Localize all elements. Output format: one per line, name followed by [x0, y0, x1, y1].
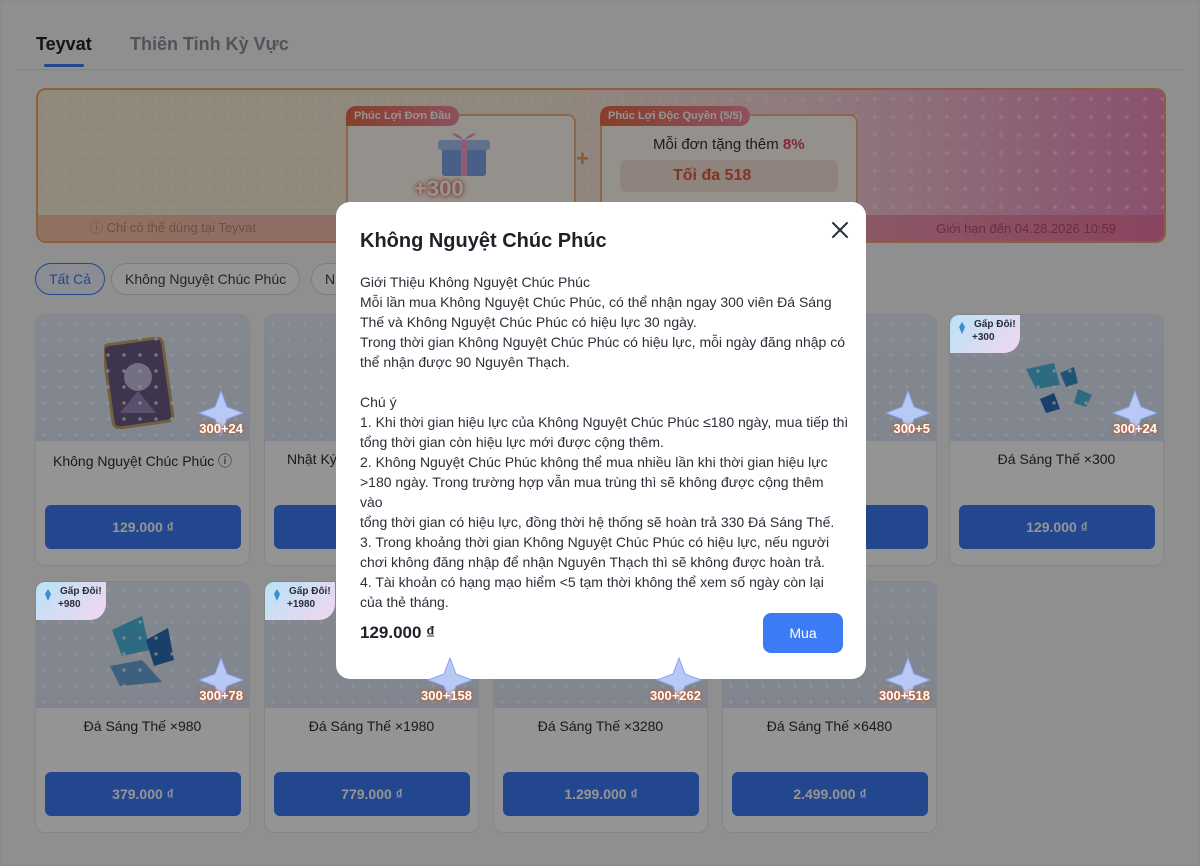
- description-line: của thẻ tháng.: [360, 594, 449, 610]
- modal-title: Không Nguyệt Chúc Phúc: [360, 230, 607, 252]
- description-line: [360, 372, 850, 392]
- crystal-icon: [274, 589, 280, 601]
- bonus-badge: 300+24: [1113, 421, 1157, 436]
- description-line: 2. Không Nguyệt Chúc Phúc không thể mua …: [360, 454, 828, 470]
- description-line: >180 ngày. Trong trường hợp vẫn mua trùn…: [360, 474, 824, 510]
- modal-description: Giới Thiệu Không Nguyệt Chúc Phúc Mỗi lầ…: [360, 272, 850, 612]
- modal-buy-button[interactable]: Mua: [763, 613, 843, 653]
- description-line: tổng thời gian còn hiệu lực mới được cộn…: [360, 434, 664, 450]
- bonus-badge: 300+518: [879, 688, 930, 703]
- crystal-icon: [959, 322, 965, 334]
- double-tag: Gấp Đôi! +980: [36, 582, 106, 620]
- double-tag: Gấp Đôi! +1980: [265, 582, 335, 620]
- description-line: 3. Trong khoảng thời gian Không Nguyệt C…: [360, 534, 830, 550]
- bonus-badge: 300+158: [421, 688, 472, 703]
- bonus-badge: 300+5: [893, 421, 930, 436]
- shop-page: Teyvat Thiên Tinh Kỳ Vực Phúc Lợi Đơn Đầ…: [2, 2, 1198, 864]
- description-line: chơi không đăng nhập để nhận Nguyên Thạc…: [360, 554, 825, 570]
- description-line: Thế và Không Nguyệt Chúc Phúc có hiệu lự…: [360, 314, 697, 330]
- description-line: tổng thời gian có hiệu lực, đồng thời hệ…: [360, 514, 835, 530]
- product-detail-modal: Không Nguyệt Chúc Phúc Giới Thiệu Không …: [336, 202, 866, 679]
- description-line: 1. Khi thời gian hiệu lực của Không Nguy…: [360, 414, 849, 430]
- description-line: Trong thời gian Không Nguyệt Chúc Phúc c…: [360, 334, 845, 350]
- description-line: Giới Thiệu Không Nguyệt Chúc Phúc: [360, 274, 590, 290]
- crystal-icon: [45, 589, 51, 601]
- bonus-badge: 300+24: [199, 421, 243, 436]
- close-icon[interactable]: [830, 220, 850, 240]
- bonus-badge: 300+262: [650, 688, 701, 703]
- description-line: 4. Tài khoản có hạng mạo hiểm <5 tạm thờ…: [360, 574, 824, 590]
- description-line: Chú ý: [360, 394, 397, 410]
- description-line: thể nhận được 90 Nguyên Thạch.: [360, 354, 570, 370]
- bonus-badge: 300+78: [199, 688, 243, 703]
- double-tag: Gấp Đôi! +300: [950, 315, 1020, 353]
- description-line: Mỗi lần mua Không Nguyệt Chúc Phúc, có t…: [360, 294, 832, 310]
- modal-price: 129.000 ₫: [360, 623, 435, 642]
